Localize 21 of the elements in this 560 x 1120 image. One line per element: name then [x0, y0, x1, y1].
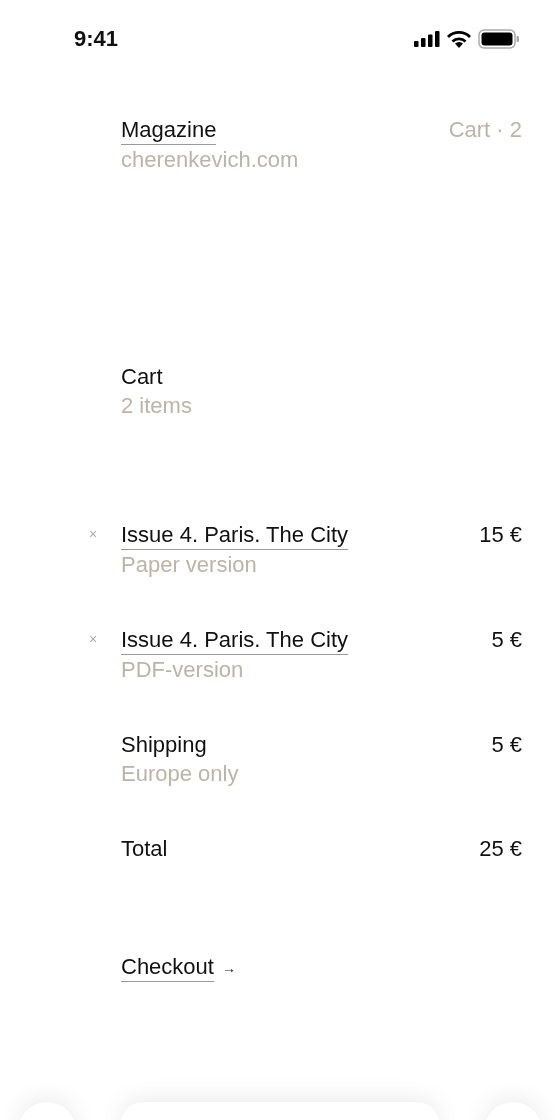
- product-link[interactable]: Issue 4. Paris. The City: [121, 521, 348, 550]
- magazine-link[interactable]: Magazine: [121, 116, 217, 145]
- status-time: 9:41: [74, 26, 119, 52]
- wifi-icon: [446, 29, 472, 49]
- signal-icon: [414, 31, 440, 47]
- arrow-icon: →: [221, 959, 236, 976]
- checkout-link[interactable]: Checkout: [121, 953, 214, 982]
- site-address: cherenkevich.com: [121, 146, 299, 174]
- item-price: 15 €: [479, 521, 522, 549]
- product-variant: PDF-version: [121, 656, 244, 684]
- shipping-label: Shipping: [121, 731, 207, 759]
- product-variant: Paper version: [121, 551, 257, 579]
- cart-title: Cart: [121, 363, 163, 391]
- shipping-note: Europe only: [121, 760, 239, 788]
- battery-icon: [478, 29, 520, 49]
- total-label: Total: [121, 835, 168, 863]
- item-count: 2 items: [121, 392, 192, 420]
- item-price: 5 €: [491, 626, 522, 654]
- product-link[interactable]: Issue 4. Paris. The City: [121, 626, 348, 655]
- shipping-price: 5 €: [491, 731, 522, 759]
- total-amount: 25 €: [479, 835, 522, 863]
